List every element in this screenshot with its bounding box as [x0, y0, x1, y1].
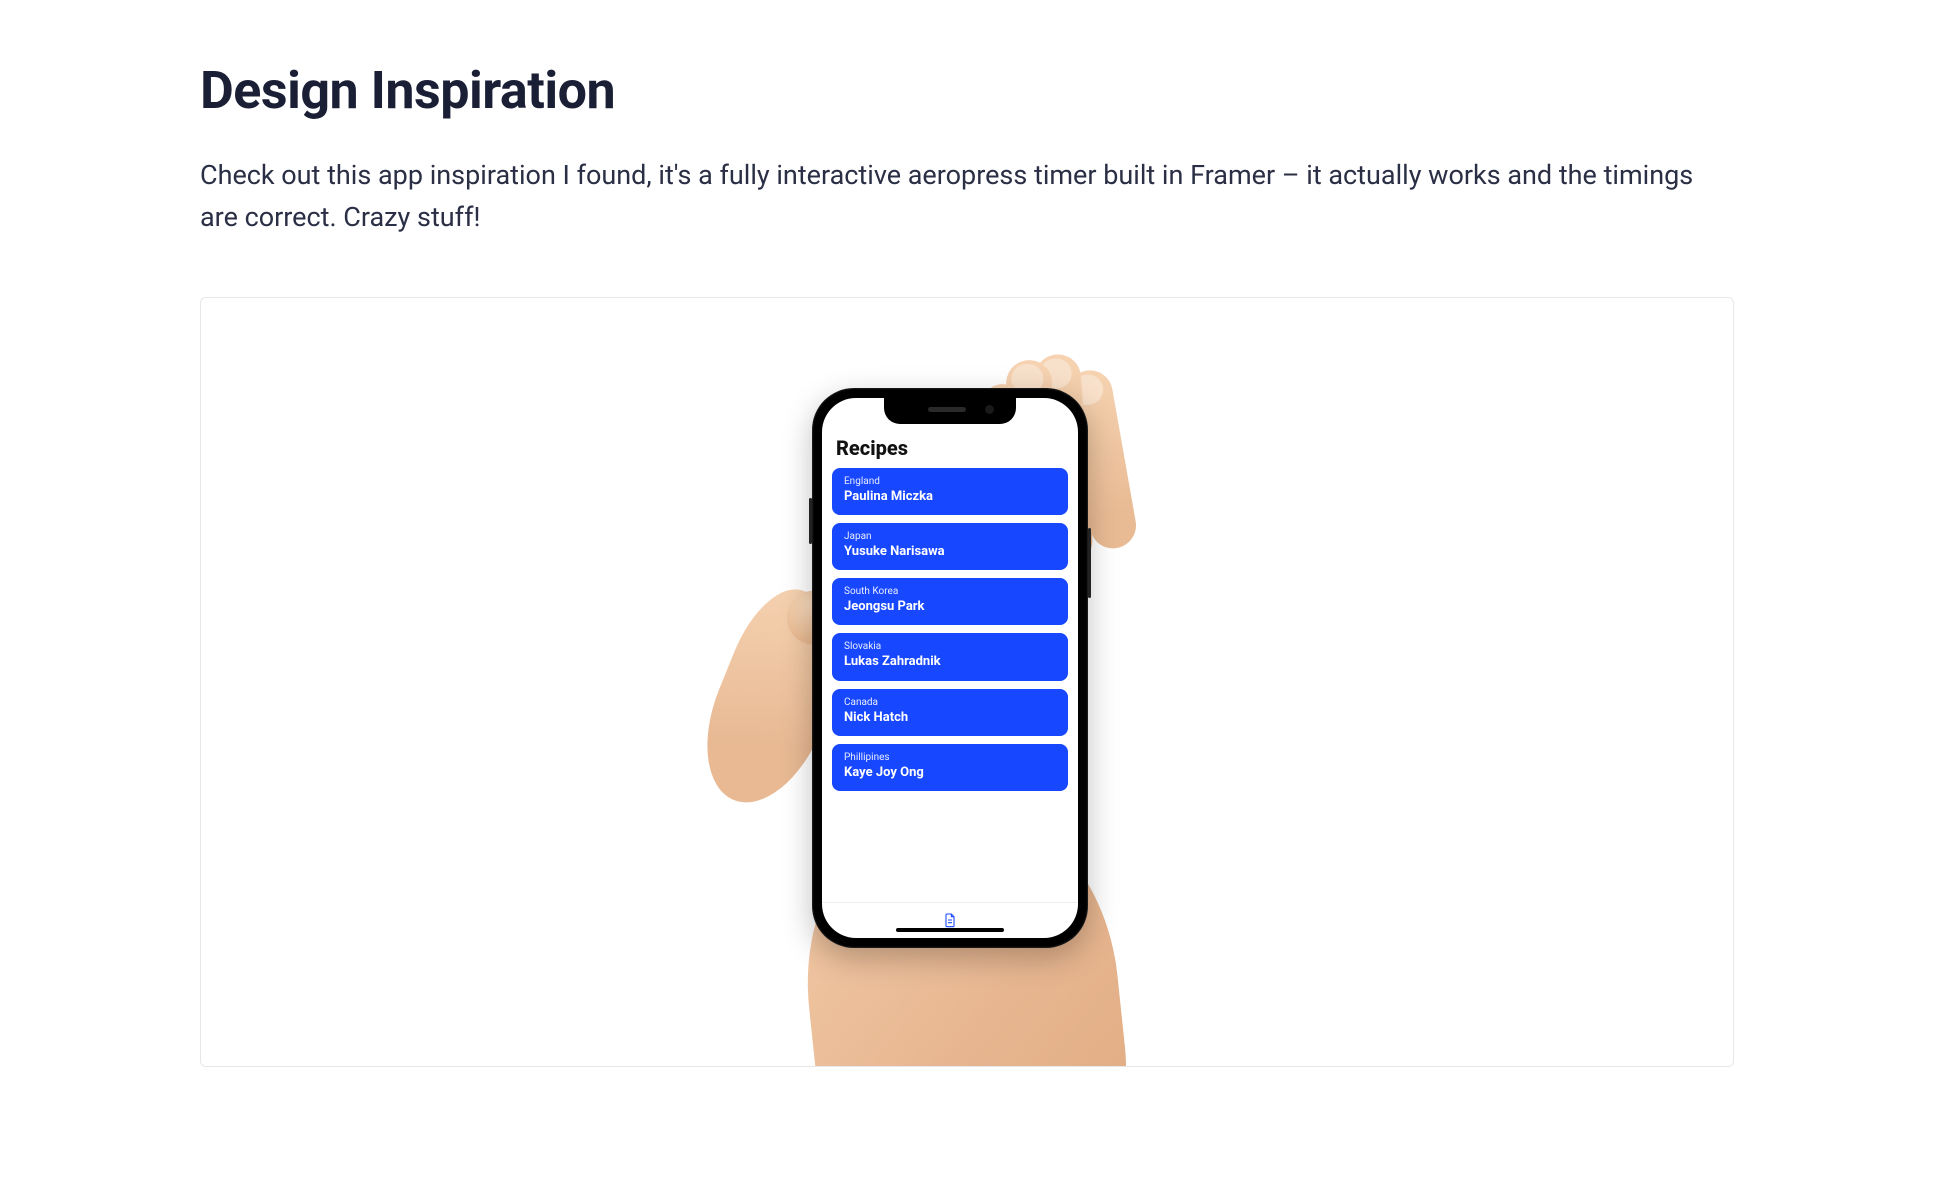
page-description: Check out this app inspiration I found, …: [200, 155, 1734, 239]
recipe-country: South Korea: [844, 586, 1056, 597]
recipe-card[interactable]: Japan Yusuke Narisawa: [832, 523, 1068, 570]
hand-holding-phone: Recipes England Paulina Miczka Japan Yusuke…: [732, 388, 1202, 1028]
phone-mockup: Recipes England Paulina Miczka Japan Yusuke…: [812, 388, 1088, 948]
phone-screen[interactable]: Recipes England Paulina Miczka Japan Yusuke…: [822, 398, 1078, 938]
document-icon[interactable]: [942, 912, 958, 928]
recipe-name: Yusuke Narisawa: [844, 544, 1056, 560]
recipe-country: England: [844, 476, 1056, 487]
phone-notch: [884, 398, 1016, 424]
home-indicator: [896, 928, 1004, 932]
embed-frame: Recipes England Paulina Miczka Japan Yusuke…: [200, 297, 1734, 1067]
recipes-app: Recipes England Paulina Miczka Japan Yusuke…: [822, 398, 1078, 938]
recipe-card[interactable]: Canada Nick Hatch: [832, 689, 1068, 736]
recipe-country: Phillipines: [844, 752, 1056, 763]
app-title: Recipes: [822, 432, 1078, 468]
recipe-card[interactable]: Phillipines Kaye Joy Ong: [832, 744, 1068, 791]
recipe-card[interactable]: South Korea Jeongsu Park: [832, 578, 1068, 625]
recipe-list[interactable]: England Paulina Miczka Japan Yusuke Narisaw…: [822, 468, 1078, 902]
tab-bar: [822, 902, 1078, 938]
page-title: Design Inspiration: [200, 60, 1734, 121]
recipe-country: Japan: [844, 531, 1056, 542]
recipe-card[interactable]: England Paulina Miczka: [832, 468, 1068, 515]
recipe-card[interactable]: Slovakia Lukas Zahradnik: [832, 633, 1068, 680]
recipe-name: Jeongsu Park: [844, 599, 1056, 615]
recipe-name: Paulina Miczka: [844, 489, 1056, 505]
recipe-name: Kaye Joy Ong: [844, 765, 1056, 781]
recipe-name: Nick Hatch: [844, 710, 1056, 726]
recipe-name: Lukas Zahradnik: [844, 654, 1056, 670]
recipe-country: Canada: [844, 697, 1056, 708]
recipe-country: Slovakia: [844, 641, 1056, 652]
